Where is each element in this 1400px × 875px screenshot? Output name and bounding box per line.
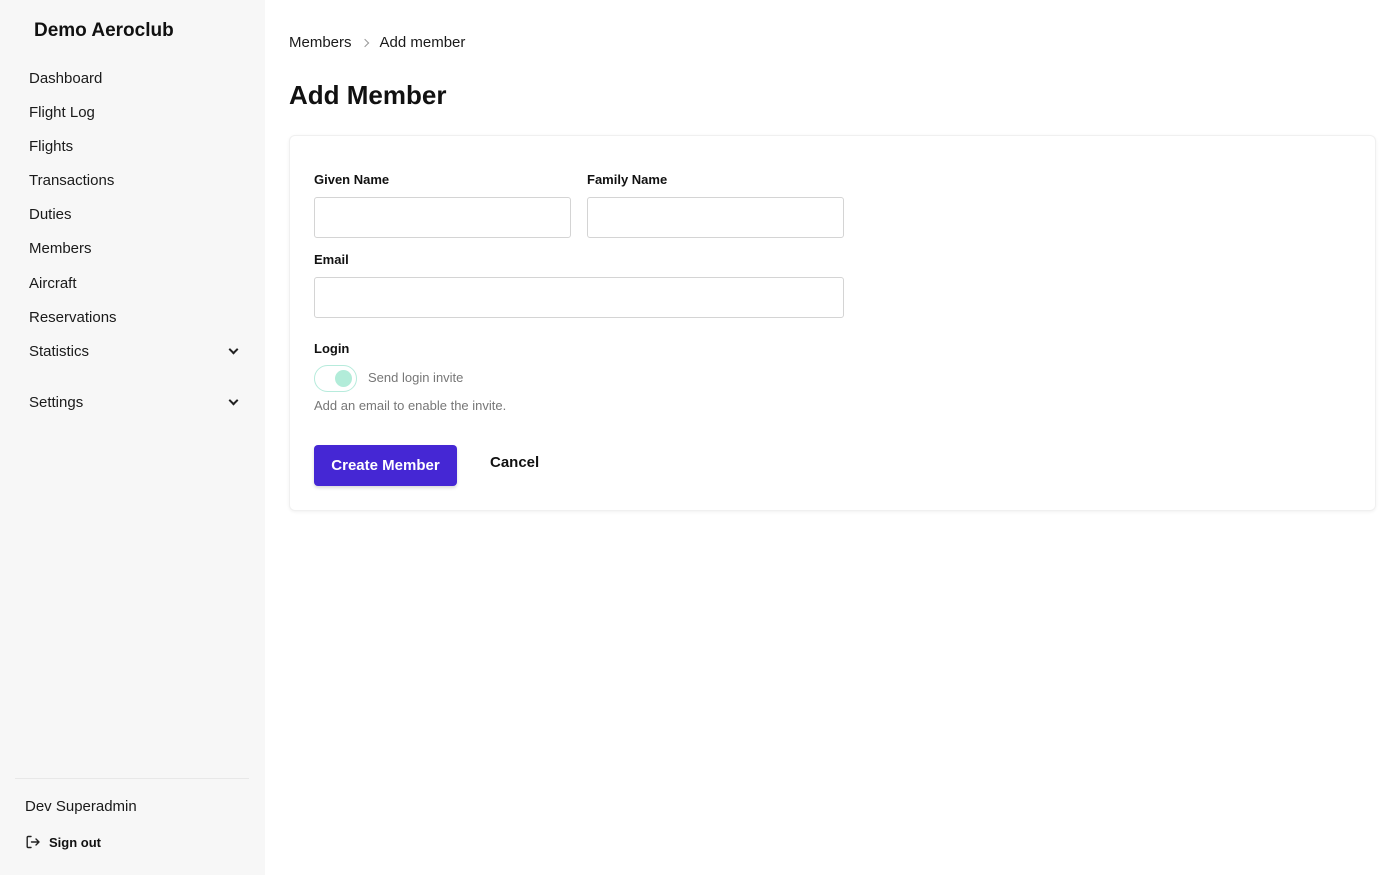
sidebar-item-label: Statistics [29,342,90,360]
current-user-name: Dev Superadmin [25,798,137,815]
breadcrumb-current: Add member [379,34,466,51]
sidebar-item-reservations[interactable]: Reservations [15,301,249,333]
breadcrumb: Members Add member [289,34,465,51]
sidebar-item-label: Dashboard [29,69,103,87]
chevron-right-icon [360,38,369,47]
sidebar-item-dashboard[interactable]: Dashboard [15,62,249,94]
sidebar-item-settings[interactable]: Settings [15,386,249,418]
page-title: Add Member [289,80,447,110]
sidebar-item-transactions[interactable]: Transactions [15,164,249,196]
email-input[interactable] [314,277,844,318]
add-member-form: Given Name Family Name Email Login Send … [289,135,1376,511]
sign-out-label: Sign out [49,834,101,850]
sidebar-item-flight-log[interactable]: Flight Log [15,96,249,128]
chevron-down-icon [228,395,239,406]
sidebar-item-label: Aircraft [29,274,77,292]
chevron-down-icon [228,344,239,355]
cancel-button[interactable]: Cancel [490,454,539,471]
app-brand: Demo Aeroclub [34,20,174,41]
sidebar-item-label: Flights [29,137,74,155]
given-name-input[interactable] [314,197,571,238]
sidebar-item-aircraft[interactable]: Aircraft [15,267,249,299]
toggle-knob [335,370,352,387]
sidebar-item-label: Members [29,239,92,257]
sign-out-button[interactable]: Sign out [25,830,101,854]
send-login-invite-toggle[interactable] [314,365,357,392]
sidebar-divider [15,778,249,779]
sidebar-item-flights[interactable]: Flights [15,130,249,162]
sidebar-item-label: Flight Log [29,103,95,121]
family-name-label: Family Name [587,172,668,187]
sidebar-item-members[interactable]: Members [15,232,249,264]
login-label: Login [314,341,350,356]
sidebar-item-duties[interactable]: Duties [15,198,249,230]
login-help-text: Add an email to enable the invite. [314,398,507,413]
sidebar-item-label: Duties [29,205,72,223]
email-label: Email [314,252,349,267]
send-login-invite-label: Send login invite [368,370,464,385]
sign-out-icon [26,835,40,849]
breadcrumb-members-link[interactable]: Members [289,34,352,51]
main-content: Members Add member Add Member Given Name… [265,0,1400,875]
sidebar-item-statistics[interactable]: Statistics [15,335,249,367]
sidebar-item-label: Transactions [29,171,115,189]
sidebar: Demo Aeroclub Dashboard Flight Log Fligh… [0,0,265,875]
sidebar-item-label: Settings [29,393,84,411]
sidebar-item-label: Reservations [29,308,117,326]
given-name-label: Given Name [314,172,390,187]
create-member-button[interactable]: Create Member [314,445,457,486]
family-name-input[interactable] [587,197,844,238]
